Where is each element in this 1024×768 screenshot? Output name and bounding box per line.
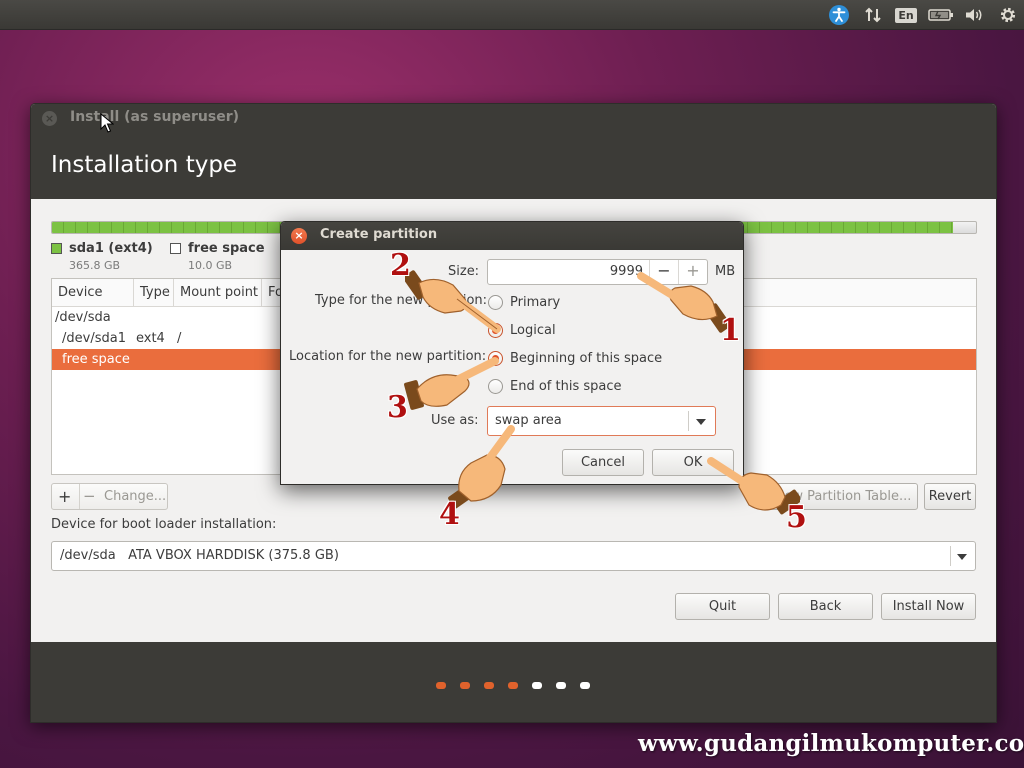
combo-separator — [688, 411, 689, 431]
legend-name: free space — [188, 241, 265, 256]
watermark: www.gudangilmukomputer.com — [638, 730, 1024, 757]
toolbar-divider — [79, 484, 80, 509]
mouse-cursor-icon — [100, 113, 114, 133]
step-number-3: 3 — [387, 390, 408, 425]
progress-dot — [484, 682, 494, 689]
cell-type: ext4 — [136, 331, 165, 346]
combo-separator — [950, 546, 951, 566]
quit-button[interactable]: Quit — [675, 593, 770, 620]
boot-loader-label: Device for boot loader installation: — [51, 517, 277, 532]
keyboard-layout-label: En — [895, 7, 917, 23]
cell-device: /dev/sda — [55, 310, 111, 325]
radio-logical-label[interactable]: Logical — [510, 323, 556, 338]
step-number-2: 2 — [390, 248, 411, 283]
column-header-device[interactable]: Device — [52, 279, 134, 307]
step-number-5: 5 — [786, 500, 807, 535]
radio-beginning-label[interactable]: Beginning of this space — [510, 351, 662, 366]
progress-dot — [436, 682, 446, 689]
window-header: × Install (as superuser) Installation ty… — [31, 104, 996, 199]
legend-swatch — [170, 243, 181, 254]
progress-dot — [508, 682, 518, 689]
cell-mount: / — [177, 331, 182, 346]
pointing-hand-icon — [637, 272, 731, 333]
remove-partition-button[interactable]: − — [83, 484, 96, 509]
add-partition-button[interactable]: + — [58, 484, 71, 509]
column-header-type[interactable]: Type — [134, 279, 174, 307]
chevron-down-icon — [696, 419, 706, 425]
pointing-hand-icon — [404, 357, 499, 410]
step-number-1: 1 — [720, 313, 741, 348]
window-title: Install (as superuser) — [70, 109, 239, 125]
progress-dot — [532, 682, 542, 689]
cancel-button[interactable]: Cancel — [562, 449, 644, 476]
settings-gear-icon[interactable] — [996, 0, 1020, 30]
radio-end-label[interactable]: End of this space — [510, 379, 622, 394]
boot-loader-value: /dev/sda ATA VBOX HARDDISK (375.8 GB) — [60, 548, 339, 563]
use-as-select[interactable]: swap area — [487, 406, 716, 436]
change-partition-button[interactable]: Change... — [104, 484, 166, 509]
dialog-title: Create partition — [320, 227, 438, 242]
battery-icon[interactable] — [927, 0, 955, 30]
legend-size: 10.0 GB — [188, 259, 233, 272]
legend-size: 365.8 GB — [69, 259, 121, 272]
column-header-mount-point[interactable]: Mount point — [174, 279, 262, 307]
progress-footer — [31, 642, 996, 722]
boot-loader-select[interactable]: /dev/sda ATA VBOX HARDDISK (375.8 GB) — [51, 541, 976, 571]
progress-dot — [556, 682, 566, 689]
progress-dot — [580, 682, 590, 689]
back-button[interactable]: Back — [778, 593, 873, 620]
dialog-close-icon[interactable]: × — [291, 228, 307, 244]
keyboard-layout-icon[interactable]: En — [894, 0, 918, 30]
install-now-button[interactable]: Install Now — [881, 593, 976, 620]
radio-primary-label[interactable]: Primary — [510, 295, 560, 310]
dialog-header: × Create partition — [281, 222, 743, 250]
network-arrows-icon[interactable] — [862, 0, 884, 30]
pointing-hand-icon — [405, 270, 501, 333]
legend-name: sda1 (ext4) — [69, 241, 153, 256]
revert-button[interactable]: Revert — [924, 483, 976, 510]
top-panel: En — [0, 0, 1024, 30]
legend-swatch — [51, 243, 62, 254]
accessibility-icon[interactable] — [827, 0, 851, 30]
chevron-down-icon — [957, 554, 967, 560]
cell-device: free space — [62, 352, 130, 367]
progress-dot — [460, 682, 470, 689]
cell-device: /dev/sda1 — [62, 331, 126, 346]
step-number-4: 4 — [439, 497, 460, 532]
volume-icon[interactable] — [962, 0, 986, 30]
window-close-icon[interactable]: × — [42, 111, 57, 126]
partition-toolbar: + − Change... — [51, 483, 168, 510]
page-title: Installation type — [51, 152, 238, 178]
